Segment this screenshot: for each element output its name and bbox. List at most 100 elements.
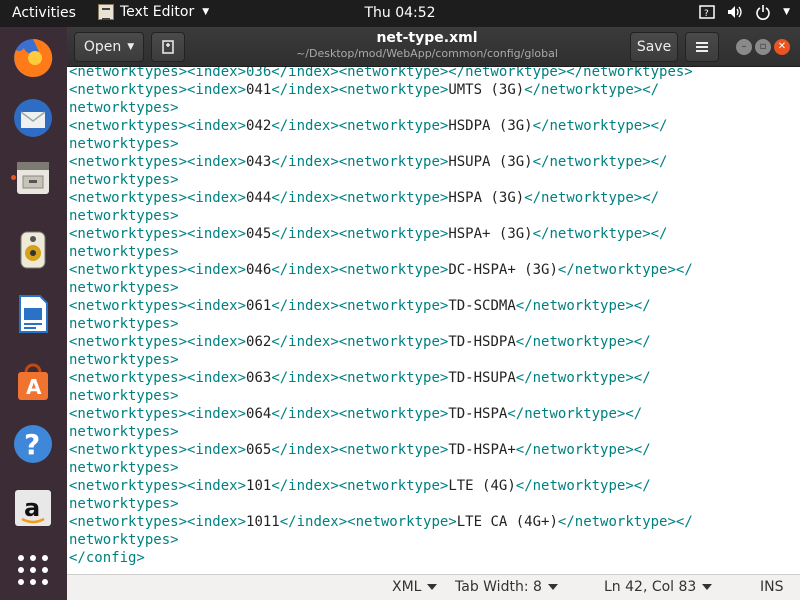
- xml-tag: </networktype></: [515, 370, 651, 386]
- chevron-down-icon: [702, 584, 713, 590]
- xml-tag: networktypes>: [69, 388, 179, 404]
- firefox-icon: [14, 38, 53, 77]
- language-label: XML: [392, 579, 422, 595]
- xml-text: 046: [246, 262, 272, 278]
- text-editor-area[interactable]: <networktypes><index>036</index><network…: [67, 67, 800, 574]
- xml-text: TD-HSDPA: [448, 334, 516, 350]
- insert-mode-label: INS: [760, 579, 784, 595]
- save-button[interactable]: Save: [630, 32, 678, 62]
- xml-tag: </networktype></: [532, 226, 668, 242]
- files-icon: [17, 162, 49, 194]
- clock[interactable]: Thu 04:52: [364, 5, 435, 21]
- new-document-button[interactable]: [151, 32, 185, 62]
- xml-text: 042: [246, 118, 272, 134]
- chevron-down-icon: [427, 584, 438, 590]
- xml-tag: networktypes>: [69, 316, 179, 332]
- xml-text: LTE (4G): [448, 478, 516, 494]
- minimize-button[interactable]: –: [736, 39, 752, 55]
- dock: A ? a: [0, 27, 67, 600]
- cursor-position-label: Ln 42, Col 83: [604, 579, 697, 595]
- xml-tag: <networktypes><index>: [69, 298, 247, 314]
- xml-tag: <networktypes><index>: [69, 190, 247, 206]
- cursor-position-selector[interactable]: Ln 42, Col 83: [604, 579, 713, 595]
- rhythmbox-icon: [20, 231, 46, 269]
- xml-text: LTE CA (4G+): [456, 514, 558, 530]
- dock-amazon[interactable]: a: [8, 483, 58, 533]
- xml-tag: </index><networktype>: [271, 478, 449, 494]
- code-line: <networktypes><index>041</index><network…: [69, 81, 659, 99]
- xml-tag: </index><networktype>: [271, 406, 449, 422]
- code-line: <networktypes><index>046</index><network…: [69, 261, 693, 279]
- xml-tag: </config>: [69, 550, 145, 566]
- xml-tag: networktypes>: [69, 244, 179, 260]
- xml-text: TD-HSPA+: [448, 442, 516, 458]
- dock-thunderbird[interactable]: [8, 93, 58, 143]
- system-menu[interactable]: ? ▼: [699, 4, 790, 20]
- app-menu[interactable]: Text Editor ▼: [98, 4, 209, 20]
- volume-icon: [728, 6, 742, 18]
- window-title: net-type.xml: [376, 30, 478, 46]
- dock-libreoffice-writer[interactable]: [8, 289, 58, 339]
- hamburger-icon: [696, 42, 708, 52]
- xml-text: HSPA (3G): [448, 190, 525, 206]
- language-selector[interactable]: XML: [392, 579, 438, 595]
- svg-text:?: ?: [704, 9, 709, 19]
- xml-tag: </networktype></: [524, 82, 660, 98]
- dock-show-applications[interactable]: [8, 545, 58, 595]
- xml-tag: </networktype></: [557, 514, 693, 530]
- xml-tag: </index><networktype>: [279, 514, 457, 530]
- xml-text: 1011: [246, 514, 280, 530]
- code-line: networktypes>: [69, 207, 179, 225]
- tab-width-selector[interactable]: Tab Width: 8: [455, 579, 558, 595]
- xml-text: TD-HSPA: [448, 406, 508, 422]
- xml-tag: </index><networktype>: [271, 118, 449, 134]
- xml-tag: networktypes>: [69, 460, 179, 476]
- xml-tag: <networktypes><index>036</index><network…: [69, 67, 693, 80]
- code-line: <networktypes><index>065</index><network…: [69, 441, 651, 459]
- svg-text:?: ?: [24, 428, 40, 461]
- close-icon: ✕: [777, 41, 787, 52]
- status-bar: XML Tab Width: 8 Ln 42, Col 83 INS: [67, 574, 800, 600]
- xml-tag: networktypes>: [69, 172, 179, 188]
- running-indicator: [11, 175, 16, 180]
- dock-help[interactable]: ?: [8, 419, 58, 469]
- code-line: <networktypes><index>045</index><network…: [69, 225, 667, 243]
- xml-text: UMTS (3G): [448, 82, 525, 98]
- network-icon: ?: [699, 5, 715, 19]
- xml-tag: <networktypes><index>: [69, 442, 247, 458]
- code-line: <networktypes><index>036</index><network…: [69, 67, 693, 81]
- xml-tag: </networktype></: [515, 442, 651, 458]
- xml-text: 061: [246, 298, 272, 314]
- xml-tag: </networktype></: [515, 478, 651, 494]
- xml-tag: </index><networktype>: [271, 334, 449, 350]
- xml-tag: <networktypes><index>: [69, 334, 247, 350]
- code-line: networktypes>: [69, 495, 179, 513]
- software-icon: A: [18, 363, 48, 400]
- code-line: <networktypes><index>044</index><network…: [69, 189, 659, 207]
- xml-tag: </index><networktype>: [271, 370, 449, 386]
- open-button[interactable]: Open ▼: [74, 32, 144, 62]
- xml-tag: networktypes>: [69, 100, 179, 116]
- app-menu-label: Text Editor: [120, 4, 195, 20]
- dock-software[interactable]: A: [8, 357, 58, 407]
- maximize-button[interactable]: ▫: [755, 39, 771, 55]
- dock-firefox[interactable]: [8, 33, 58, 83]
- close-button[interactable]: ✕: [774, 39, 790, 55]
- xml-text: 043: [246, 154, 272, 170]
- xml-tag: </networktype></: [524, 190, 660, 206]
- xml-tag: <networktypes><index>: [69, 478, 247, 494]
- code-line: <networktypes><index>064</index><network…: [69, 405, 642, 423]
- code-line: <networktypes><index>042</index><network…: [69, 117, 667, 135]
- activities-button[interactable]: Activities: [12, 5, 76, 21]
- dock-files[interactable]: [8, 153, 58, 203]
- dock-rhythmbox[interactable]: [8, 225, 58, 275]
- xml-tag: <networktypes><index>: [69, 226, 247, 242]
- menu-button[interactable]: [685, 32, 719, 62]
- xml-tag: </index><networktype>: [271, 262, 449, 278]
- top-bar: Activities Text Editor ▼ Thu 04:52 ? ▼: [0, 0, 800, 27]
- xml-text: TD-SCDMA: [448, 298, 516, 314]
- xml-tag: <networktypes><index>: [69, 118, 247, 134]
- help-icon: ?: [14, 425, 52, 463]
- amazon-icon: a: [15, 490, 51, 526]
- xml-tag: networktypes>: [69, 280, 179, 296]
